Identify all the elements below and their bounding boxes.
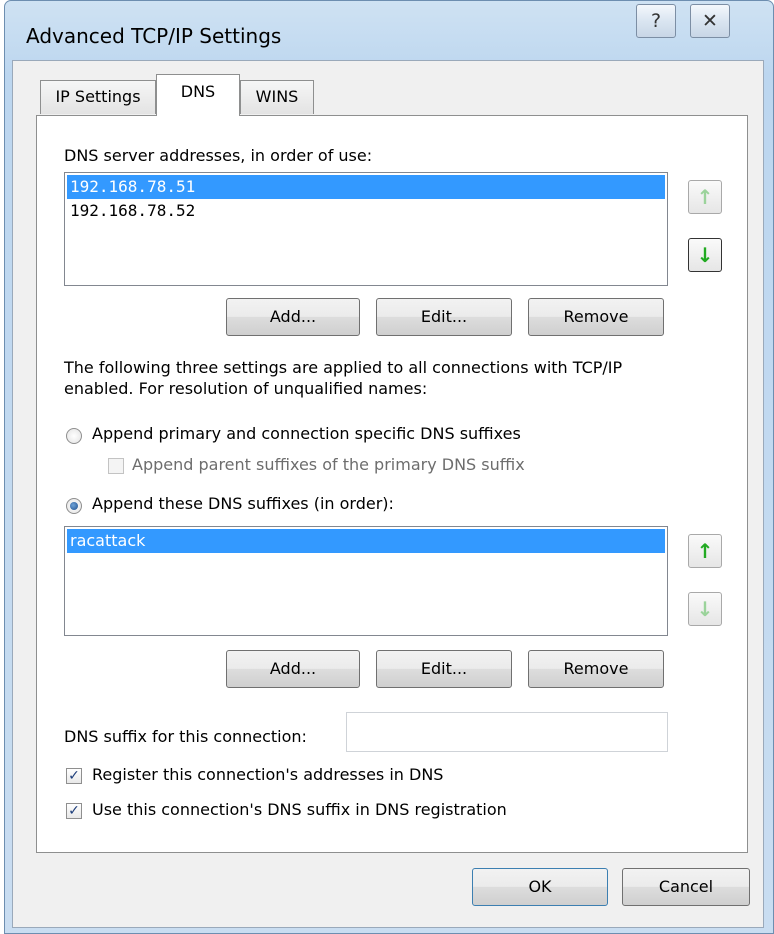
dns-servers-label: DNS server addresses, in order of use: — [64, 146, 373, 165]
arrow-down-icon: ↓ — [696, 243, 714, 267]
dns-server-item[interactable]: 192.168.78.51 — [67, 175, 665, 199]
radio-append-primary-label: Append primary and connection specific D… — [92, 424, 521, 443]
suffix-edit-button[interactable]: Edit... — [376, 650, 512, 688]
checkbox-use-suffix[interactable]: ✓ — [66, 803, 82, 819]
dialog-title: Advanced TCP/IP Settings — [26, 24, 282, 48]
dns-suffix-list[interactable]: racattack — [64, 526, 668, 636]
info-text-line-2: enabled. For resolution of unqualified n… — [64, 379, 428, 398]
ok-button[interactable]: OK — [472, 868, 608, 906]
checkbox-append-parent-label: Append parent suffixes of the primary DN… — [132, 455, 525, 474]
suffix-move-up-button[interactable]: ↑ — [688, 534, 722, 568]
move-down-button[interactable]: ↓ — [688, 238, 722, 272]
arrow-up-icon: ↑ — [696, 185, 714, 209]
checkbox-use-suffix-label: Use this connection's DNS suffix in DNS … — [92, 800, 507, 819]
arrow-down-icon: ↓ — [696, 597, 714, 621]
radio-append-primary[interactable] — [66, 428, 82, 444]
arrow-up-icon: ↑ — [696, 539, 714, 563]
help-button[interactable]: ? — [636, 4, 676, 38]
checkbox-register-label: Register this connection's addresses in … — [92, 765, 444, 784]
suffix-add-button[interactable]: Add... — [226, 650, 360, 688]
dns-remove-button[interactable]: Remove — [528, 298, 664, 336]
radio-append-these-label: Append these DNS suffixes (in order): — [92, 494, 394, 513]
dns-add-button[interactable]: Add... — [226, 298, 360, 336]
dns-server-item[interactable]: 192.168.78.52 — [67, 199, 665, 223]
dns-servers-list[interactable]: 192.168.78.51 192.168.78.52 — [64, 172, 668, 286]
radio-append-these[interactable] — [66, 498, 82, 514]
suffix-move-down-button[interactable]: ↓ — [688, 592, 722, 626]
tab-wins[interactable]: WINS — [240, 80, 314, 114]
connection-suffix-input[interactable] — [346, 712, 668, 752]
cancel-button[interactable]: Cancel — [622, 868, 750, 906]
checkbox-register[interactable]: ✓ — [66, 768, 82, 784]
dns-edit-button[interactable]: Edit... — [376, 298, 512, 336]
dns-suffix-item[interactable]: racattack — [67, 529, 665, 553]
checkbox-append-parent[interactable] — [108, 458, 124, 474]
tab-ip-settings[interactable]: IP Settings — [40, 80, 156, 114]
move-up-button[interactable]: ↑ — [688, 180, 722, 214]
suffix-remove-button[interactable]: Remove — [528, 650, 664, 688]
tab-dns[interactable]: DNS — [156, 74, 240, 116]
connection-suffix-label: DNS suffix for this connection: — [64, 727, 307, 746]
info-text-line-1: The following three settings are applied… — [64, 358, 623, 377]
close-button[interactable]: ✕ — [690, 4, 730, 38]
